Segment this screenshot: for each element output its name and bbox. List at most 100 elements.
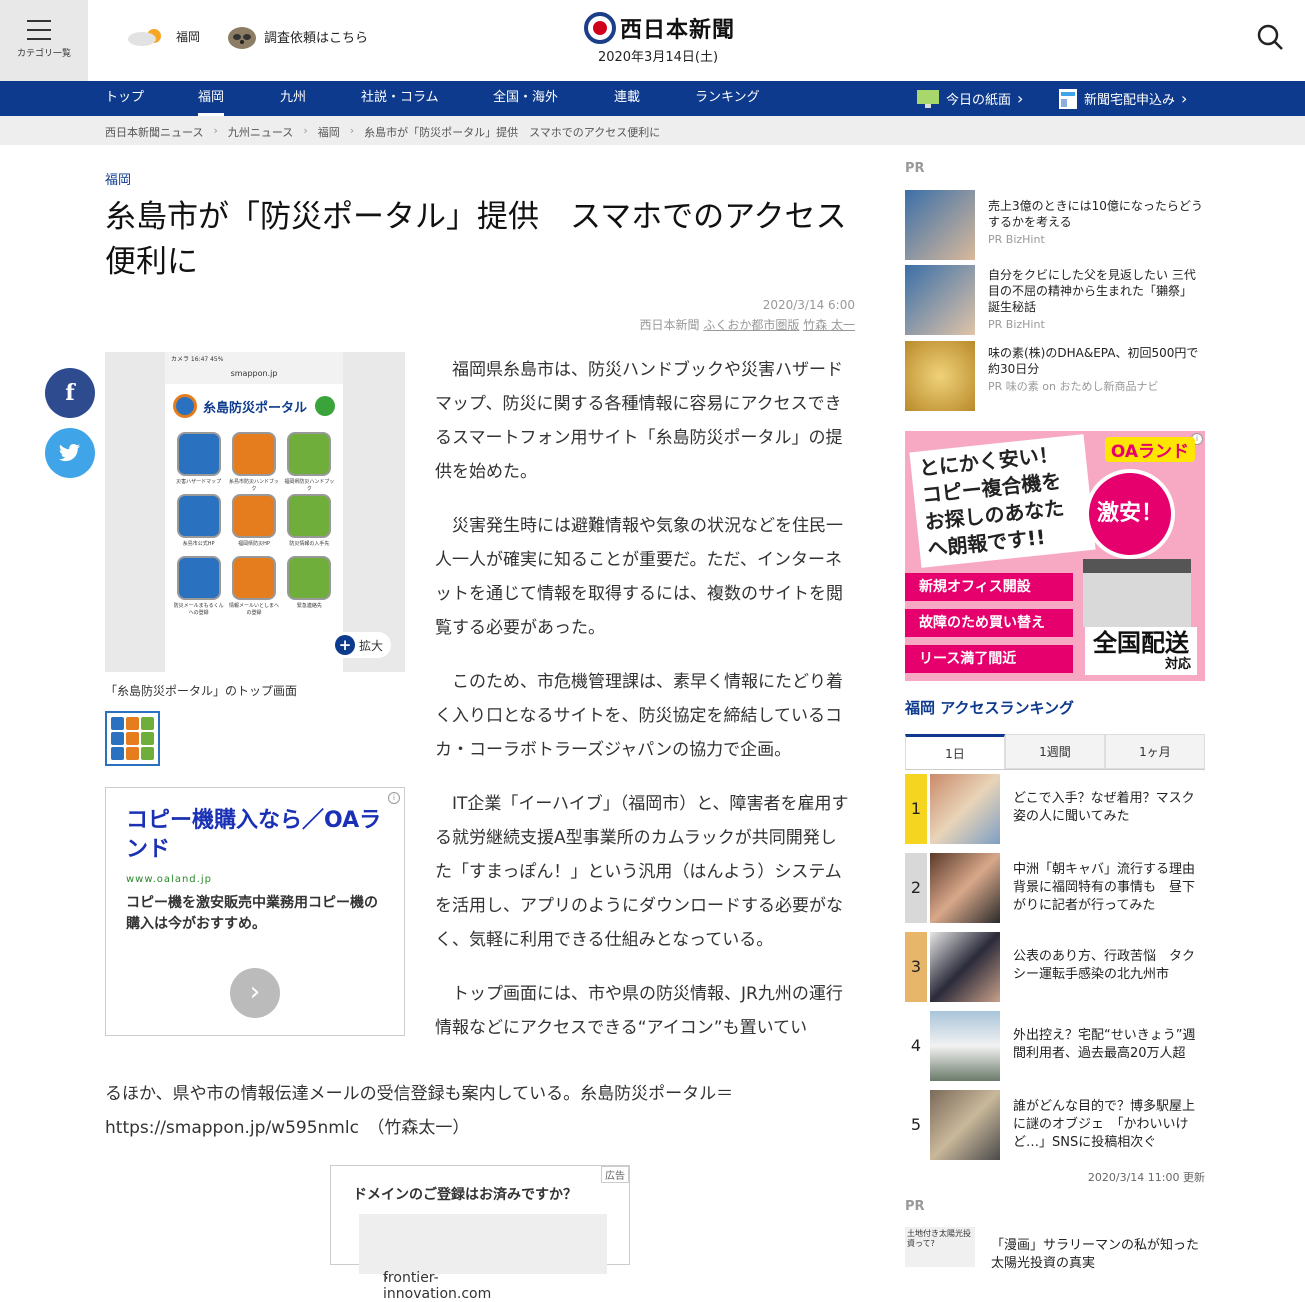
chevron-right-icon[interactable]: › [230,968,280,1018]
article-desk-link[interactable]: ふくおか都市圏版 [703,318,799,332]
twitter-icon [59,444,80,462]
article-photo[interactable]: カメラ 16:47 45% smappon.jp 糸島防災ポータル 災害ハザード… [105,352,405,672]
pr-label: PR [905,1199,925,1214]
banner-catchphrase: とにかく安い！コピー複合機をお探しのあなたへ朗報です!! [909,434,1096,568]
pr-item-sponsor: PR BizHint [988,233,1045,246]
phone-status-bar: カメラ 16:47 45% [165,352,343,364]
pr-item[interactable]: 自分をクビにした父を見返したい 三代目の不屈の精神から生まれた「獺祭」誕生秘話 P… [905,265,1205,337]
banner-ad[interactable]: i OAランド とにかく安い！コピー複合機をお探しのあなたへ朗報です!! 激安！… [905,431,1205,681]
newspaper-icon [1059,88,1077,109]
text-ad-title[interactable]: コピー機購入なら／OAランド [126,806,384,864]
domain-ad[interactable]: 広告 ドメインのご登録はお済みですか？ › frontier-innovatio… [330,1165,630,1302]
nav-item-fukuoka[interactable]: 福岡 [198,81,225,116]
portal-tile: 福岡県防災HP [228,494,279,550]
breadcrumb-item-fukuoka[interactable]: 福岡 [318,124,340,140]
pr-thumbnail [905,265,975,335]
domain-ad-title: ドメインのご登録はお済みですか？ [353,1187,577,1203]
breadcrumb-separator-icon: › [349,124,355,137]
map-icon [176,432,221,476]
ranking-number: 4 [910,1036,922,1055]
ranking-item-title: 公表のあり方、行政苦悩 タクシー運転手感染の北九州市 [1013,949,1196,982]
text-ad[interactable]: i コピー機購入なら／OAランド www.oaland.jp コピー機を激安販売… [105,787,405,1036]
copier-image [1083,559,1191,627]
pr-item[interactable]: 売上3億のときには10億になったらどうするかを考える PR BizHint [905,190,1205,262]
ranking-tab-week[interactable]: 1週間 [1005,734,1105,769]
nav-item-ranking[interactable]: ランキング [695,81,760,116]
article-datetime: 2020/3/14 6:00 [762,298,855,312]
portal-tile: 防災情報の入手先 [284,494,335,550]
nav-item-national[interactable]: 全国・海外 [493,81,558,116]
banner-free-shipping: 全国配送 対応 [1085,627,1197,675]
ranking-item[interactable]: 5 誰がどんな目的で？博多駅屋上に謎のオブジェ 「かわいいけど…」SNSに投稿相… [905,1090,1205,1162]
portal-tile: 糸島市防災ハンドブック [228,432,279,492]
banner-pill: 故障のため買い替え [905,609,1073,637]
breadcrumb-item-kyushu[interactable]: 九州ニュース [228,124,293,140]
site-logo[interactable]: 西日本新聞 [584,12,735,44]
ranking-item[interactable]: 4 外出控え？宅配“せいきょう”週間利用者、過去最高20万人超 [905,1011,1205,1083]
hamburger-menu-icon [27,20,51,47]
cloudy-sun-icon [128,29,161,46]
zoom-button[interactable]: + 拡大 [331,632,392,658]
portal-tile: 情報メールいとしまへの登録 [228,556,279,616]
ranking-title: 福岡 アクセスランキング [905,699,1075,717]
ranking-thumbnail [930,1090,1000,1160]
ranking-item-title: 外出控え？宅配“せいきょう”週間利用者、過去最高20万人超 [1013,1028,1196,1061]
banner-brand: OAランド [1104,437,1195,462]
request-link[interactable]: 調査依頼はこちら [226,22,368,50]
banner-free-shipping-sub: 対応 [1164,657,1191,672]
monitor-icon [917,89,939,108]
ranking-item[interactable]: 3 公表のあり方、行政苦悩 タクシー運転手感染の北九州市 [905,932,1205,1004]
article-paragraph: 災害発生時には避難情報や気象の状況などを住民一人一人が確実に知ることが重要だ。た… [435,516,843,638]
breadcrumb-item-home[interactable]: 西日本新聞ニュース [105,124,203,140]
logo-text: 西日本新聞 [620,18,736,43]
ranking-item-title: 誰がどんな目的で？博多駅屋上に謎のオブジェ 「かわいいけど…」SNSに投稿相次ぐ [1013,1099,1196,1150]
pr-item-sponsor: PR 味の素 on おためし新商品ナビ [988,380,1159,393]
article-area-tag[interactable]: 福岡 [105,169,131,188]
subscribe-link[interactable]: 新聞宅配申込み › [1058,81,1187,116]
search-icon[interactable] [1255,22,1285,52]
nav-item-editorial[interactable]: 社説・コラム [361,81,439,116]
ranking-number: 5 [910,1115,922,1134]
ranking-item[interactable]: 2 中洲「朝キャバ」流行する理由 背景に福岡特有の事情も 昼下がりに記者が行って… [905,853,1208,925]
text-ad-description: コピー機を激安販売中業務用コピー機の購入は今がおすすめ。 [126,895,378,932]
ranking-tabs: 1日 1週間 1ヶ月 [905,734,1205,770]
portal-tile: 災害ハザードマップ [173,432,224,488]
facebook-share-button[interactable]: f [45,368,95,418]
domain-ad-link-text: frontier-innovation.com [383,1270,492,1302]
ranking-number: 3 [905,932,927,1002]
nav-item-kyushu[interactable]: 九州 [280,81,306,116]
person-icon [287,494,332,538]
domain-ad-link[interactable]: › frontier-innovation.com [359,1214,607,1302]
article-paragraph: トップ画面には、市や県の防災情報、JR九州の運行情報などにアクセスできる“アイコ… [435,984,843,1038]
ranking-item[interactable]: 1 どこで入手？なぜ着用？マスク姿の人に聞いてみた [905,774,1205,846]
phone-url-bar: smappon.jp [165,364,343,384]
article-author-link[interactable]: 竹森 太一 [803,318,855,332]
portal-logo: 糸島防災ポータル [165,384,343,428]
category-menu-label: カテゴリ一覧 [16,49,71,59]
portal-leaf-icon [173,394,197,418]
ranking-tab-month[interactable]: 1ヶ月 [1105,734,1205,769]
today-paper-label: 今日の紙面 [946,93,1012,108]
photo-thumbnail[interactable] [105,711,160,766]
portal-tile: 福岡県防災ハンドブック [284,432,335,492]
plus-icon: + [335,635,355,655]
article-meta: 2020/3/14 6:00 西日本新聞 ふくおか都市圏版 竹森 太一 [639,295,855,335]
weather-city: 福岡 [176,29,201,44]
pr-item-title: 売上3億のときには10億になったらどうするかを考える [988,199,1203,229]
breadcrumb-separator-icon: › [213,124,218,137]
twitter-share-button[interactable] [45,428,95,478]
global-nav: トップ 福岡 九州 社説・コラム 全国・海外 連載 ランキング 今日の紙面 › … [0,81,1305,116]
ranking-tab-day[interactable]: 1日 [905,734,1005,769]
photo-caption: 「糸島防災ポータル」のトップ画面 [105,684,298,698]
nav-item-series[interactable]: 連載 [614,81,640,116]
book-icon [231,432,276,476]
ad-info-icon[interactable]: i [388,792,400,804]
category-menu-button[interactable]: カテゴリ一覧 [0,0,88,81]
nav-item-top[interactable]: トップ [105,81,144,116]
pr-item[interactable]: 味の素(株)のDHA&EPA、初回500円で約30日分 PR 味の素 on おため… [905,341,1205,413]
today-paper-link[interactable]: 今日の紙面 › [916,81,1023,116]
pr-item-sponsor: PR BizHint [988,318,1045,331]
ranking-number: 2 [905,853,927,923]
article-source: 西日本新聞 [639,318,700,332]
weather-widget[interactable]: 福岡 [126,24,200,48]
